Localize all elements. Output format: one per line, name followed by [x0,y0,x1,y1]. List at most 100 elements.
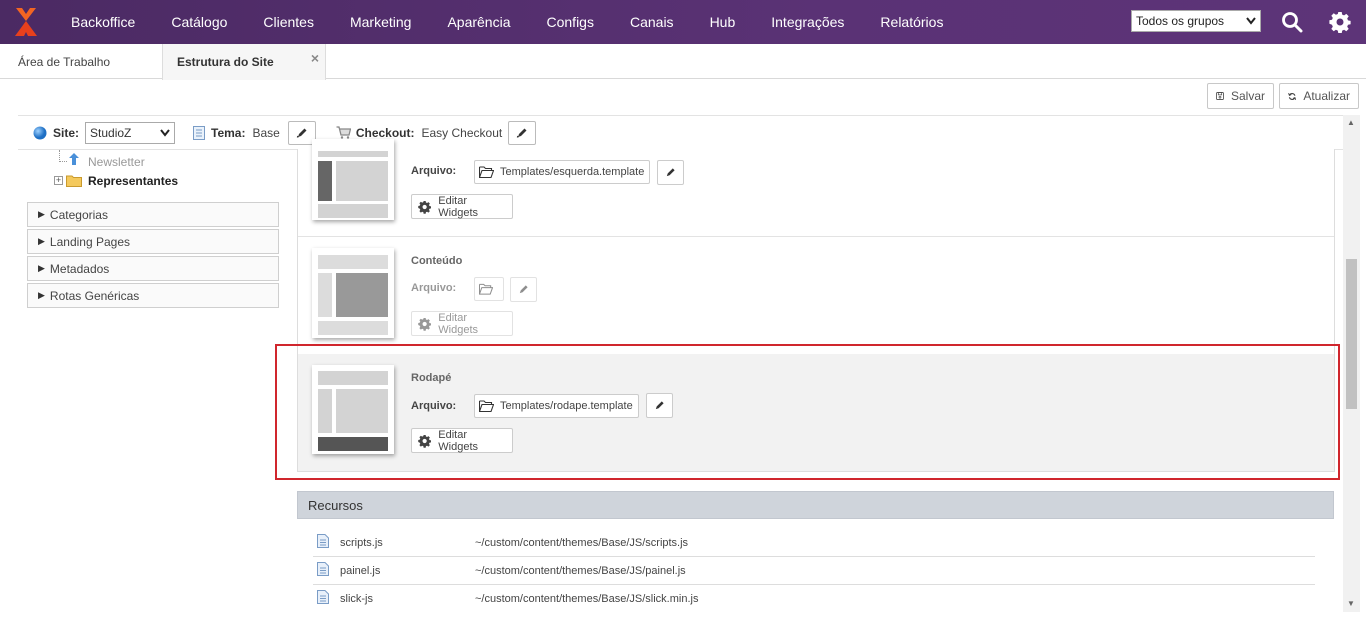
file-path: Templates/esquerda.template [500,166,645,178]
tab-estrutura-do-site[interactable]: Estrutura do Site × [162,44,326,80]
expand-icon[interactable]: + [54,176,63,185]
top-navbar: Backoffice Catálogo Clientes Marketing A… [0,0,1366,44]
nav-integracoes[interactable]: Integrações [771,14,844,30]
refresh-label: Atualizar [1303,89,1350,103]
accordion-label: Landing Pages [49,234,130,249]
tree-item-newsletter[interactable]: Newsletter [88,155,145,169]
gear-icon[interactable] [1329,11,1351,33]
resource-row[interactable]: painel.js ~/custom/content/themes/Base/J… [313,557,1315,585]
scroll-up-icon[interactable]: ▲ [1347,118,1355,127]
nav-clientes[interactable]: Clientes [263,14,314,30]
logo[interactable] [0,0,52,44]
caret-right-icon: ▶ [38,236,45,246]
nav-relatorios[interactable]: Relatórios [880,14,943,30]
recursos-header: Recursos [297,491,1334,519]
resource-path: ~/custom/content/themes/Base/JS/painel.j… [475,565,686,577]
accordion-metadados[interactable]: ▶ Metadados [27,256,279,281]
file-icon [317,590,329,604]
accordion-label: Metadados [49,261,110,276]
nav-hub[interactable]: Hub [710,14,736,30]
site-select[interactable]: StudioZ [85,121,176,144]
resource-name: painel.js [340,565,381,577]
nav-backoffice[interactable]: Backoffice [71,14,135,30]
pencil-icon [666,168,675,177]
globe-icon [33,126,47,139]
checkout-edit-button[interactable] [508,120,537,145]
highlight-box [275,344,1340,480]
tab-bar: Área de Trabalho Estrutura do Site × [0,44,1366,80]
chevron-down-icon [1246,17,1256,25]
layout-title: Conteúdo [411,255,463,267]
nav-marketing[interactable]: Marketing [350,14,411,30]
accordion-landing-pages[interactable]: ▶ Landing Pages [27,229,279,254]
nav-aparencia[interactable]: Aparência [447,14,510,30]
arquivo-label: Arquivo: [411,165,457,177]
theme-value: Base [252,125,280,140]
tab-label: Área de Trabalho [18,54,111,69]
edit-widgets-label: Editar Widgets [438,194,479,219]
site-label: Site: [53,125,80,140]
file-icon [317,534,329,548]
scrollbar-thumb[interactable] [1346,259,1357,409]
tree-connector [59,161,67,162]
search-icon[interactable] [1281,11,1303,33]
edit-widgets-button[interactable]: Editar Widgets [411,311,513,336]
caret-right-icon: ▶ [38,209,45,219]
file-edit-button[interactable] [657,160,684,185]
caret-right-icon: ▶ [38,290,45,300]
gear-icon [418,200,432,214]
refresh-button[interactable]: Atualizar [1279,83,1359,109]
layout-thumbnail [312,248,394,338]
theme-label: Tema: [211,125,246,140]
layout-row-esquerda: Arquivo: Templates/esquerda.template Edi… [298,139,1334,237]
save-icon [1216,92,1224,100]
scroll-down-icon[interactable]: ▼ [1347,599,1355,608]
nav-configs[interactable]: Configs [547,14,594,30]
recursos-title: Recursos [308,497,363,513]
group-select[interactable]: Todos os grupos [1131,10,1261,32]
file-field-esquerda[interactable]: Templates/esquerda.template [474,160,650,184]
resource-path: ~/custom/content/themes/Base/JS/scripts.… [475,537,689,549]
checkout-label: Checkout: [355,125,415,140]
logo-icon [15,8,37,36]
layout-thumbnail [312,139,394,220]
tree-item-representantes[interactable]: Representantes [88,174,178,188]
accordion-rotas-genericas[interactable]: ▶ Rotas Genéricas [27,283,279,308]
caret-right-icon: ▶ [38,263,45,273]
chevron-down-icon [160,128,170,137]
group-select-value: Todos os grupos [1136,14,1225,28]
folder-open-icon [479,166,494,178]
site-bar: Site: StudioZ Tema: Base Checkout: Easy … [18,115,1343,150]
arquivo-label: Arquivo: [411,282,457,294]
save-label: Salvar [1230,89,1265,103]
nav-catalogo[interactable]: Catálogo [171,14,227,30]
site-select-value: StudioZ [90,125,132,140]
accordion-categorias[interactable]: ▶ Categorias [27,202,279,227]
pencil-icon [296,128,307,138]
cart-icon [336,126,351,139]
folder-open-icon [479,283,493,295]
arrow-up-icon [69,153,79,165]
file-icon [317,562,329,576]
tab-area-de-trabalho[interactable]: Área de Trabalho [18,44,110,79]
scrollbar[interactable]: ▲ ▼ [1343,115,1360,612]
folder-icon [66,175,82,187]
nav-canais[interactable]: Canais [630,14,674,30]
pencil-icon [519,285,528,294]
document-icon [193,125,206,140]
resource-row[interactable]: scripts.js ~/custom/content/themes/Base/… [313,529,1315,557]
tab-label: Estrutura do Site [177,55,274,69]
file-field-conteudo[interactable] [474,277,504,301]
gear-icon [418,317,432,331]
file-edit-button[interactable] [510,277,537,302]
resource-name: scripts.js [340,537,383,549]
save-button[interactable]: Salvar [1207,83,1274,109]
accordion-label: Categorias [49,207,108,222]
checkout-value: Easy Checkout [421,125,503,140]
resource-name: slick-js [340,593,373,605]
close-icon[interactable]: × [311,50,319,66]
resource-path: ~/custom/content/themes/Base/JS/slick.mi… [475,593,699,605]
accordion-label: Rotas Genéricas [49,288,140,303]
resource-row[interactable]: slick-js ~/custom/content/themes/Base/JS… [313,585,1315,613]
edit-widgets-button[interactable]: Editar Widgets [411,194,513,219]
